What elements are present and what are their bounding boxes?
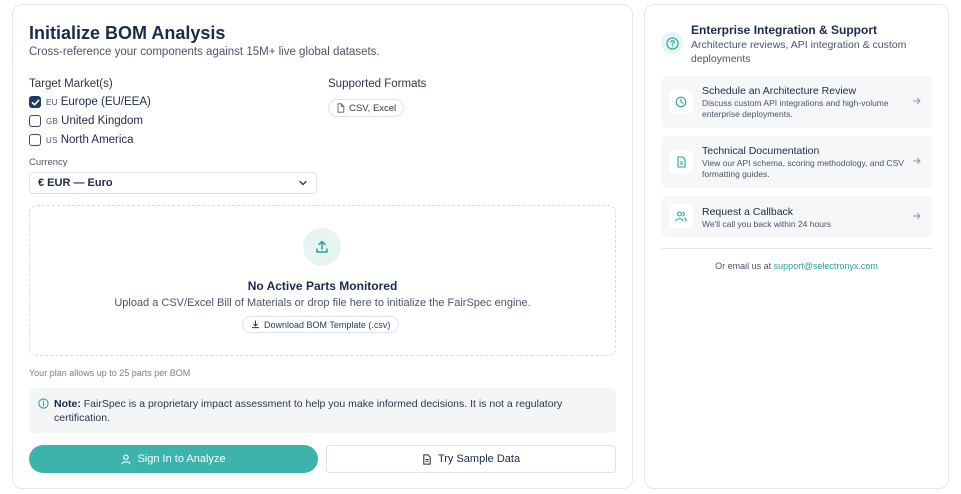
market-label: North America: [60, 134, 134, 146]
support-item-documentation[interactable]: Technical Documentation View our API sch…: [661, 136, 932, 188]
users-icon: [669, 204, 693, 228]
support-item-desc: We'll call you back within 24 hours: [702, 219, 832, 229]
support-item-desc: Discuss custom API integrations and high…: [702, 98, 889, 119]
support-subtitle: Architecture reviews, API integration & …: [691, 39, 907, 65]
help-icon: [661, 32, 683, 54]
market-checkbox-eu[interactable]: EU Europe (EU/EEA): [29, 96, 151, 108]
arrow-right-icon: [912, 157, 921, 165]
try-sample-label: Try Sample Data: [437, 453, 521, 465]
formats-chip-label: CSV, Excel: [349, 102, 397, 114]
info-icon: [38, 398, 49, 409]
market-checkbox-gb[interactable]: GB United Kingdom: [29, 115, 143, 127]
user-icon: [121, 453, 132, 465]
download-template-button[interactable]: Download BOM Template (.csv): [242, 316, 400, 333]
arrow-right-icon: [912, 97, 921, 105]
formats-chip: CSV, Excel: [328, 99, 405, 117]
email-prefix: Or email us at: [715, 261, 774, 271]
support-card: Enterprise Integration & Support Archite…: [644, 4, 949, 489]
arrow-right-icon: [912, 212, 921, 220]
currency-label: Currency: [29, 157, 68, 168]
download-template-label: Download BOM Template (.csv): [264, 319, 391, 330]
clock-icon: [669, 90, 693, 114]
market-checkbox-us[interactable]: US North America: [29, 134, 134, 146]
support-item-title: Technical Documentation: [702, 145, 820, 157]
checkbox-checked-icon[interactable]: [29, 96, 41, 108]
support-item-title: Schedule an Architecture Review: [702, 85, 857, 97]
sign-in-button[interactable]: Sign In to Analyze: [29, 445, 318, 473]
document-icon: [669, 150, 693, 174]
support-email-line: Or email us at support@selectronyx.com: [645, 261, 948, 271]
note-text: FairSpec is a proprietary impact assessm…: [54, 398, 563, 424]
market-label: Europe (EU/EEA): [60, 96, 151, 108]
document-icon: [423, 453, 431, 465]
divider: [661, 248, 932, 249]
market-code: EU: [46, 97, 58, 107]
support-email-link[interactable]: support@selectronyx.com: [774, 261, 878, 271]
upload-dropzone[interactable]: No Active Parts Monitored Upload a CSV/E…: [29, 205, 616, 356]
market-label: United Kingdom: [61, 115, 143, 127]
page-title: Initialize BOM Analysis: [29, 23, 226, 43]
market-code: US: [46, 135, 58, 145]
formats-label: Supported Formats: [328, 78, 427, 90]
disclaimer-note: Note: FairSpec is a proprietary impact a…: [29, 388, 616, 433]
currency-value: € EUR — Euro: [38, 177, 113, 189]
download-icon: [251, 320, 260, 329]
try-sample-button[interactable]: Try Sample Data: [326, 445, 616, 473]
checkbox-unchecked-icon[interactable]: [29, 115, 41, 127]
checkbox-unchecked-icon[interactable]: [29, 134, 41, 146]
currency-select[interactable]: € EUR — Euro: [29, 172, 317, 194]
dropzone-title: No Active Parts Monitored: [247, 279, 398, 293]
support-item-architecture-review[interactable]: Schedule an Architecture Review Discuss …: [661, 76, 932, 128]
dropzone-subtitle: Upload a CSV/Excel Bill of Materials or …: [114, 297, 531, 309]
bom-analysis-card: Initialize BOM Analysis Cross-reference …: [12, 4, 633, 489]
note-label: Note:: [54, 398, 81, 410]
upload-icon: [303, 228, 341, 266]
file-icon: [337, 103, 345, 113]
sign-in-label: Sign In to Analyze: [137, 453, 226, 465]
market-code: GB: [46, 116, 59, 126]
target-market-label: Target Market(s): [29, 78, 113, 90]
support-item-callback[interactable]: Request a Callback We'll call you back w…: [661, 196, 932, 237]
plan-limit-text: Your plan allows up to 25 parts per BOM: [29, 368, 191, 378]
page-subtitle: Cross-reference your components against …: [29, 46, 380, 58]
support-item-title: Request a Callback: [702, 206, 794, 218]
support-item-desc: View our API schema, scoring methodology…: [702, 158, 904, 179]
chevron-down-icon: [299, 180, 307, 186]
support-title: Enterprise Integration & Support: [691, 23, 878, 37]
